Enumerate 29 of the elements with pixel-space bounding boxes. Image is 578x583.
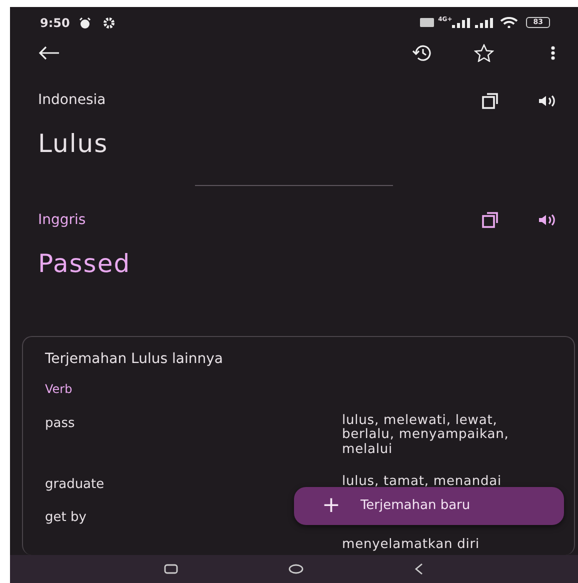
word-text: get by xyxy=(45,509,88,528)
word-text: pass xyxy=(45,415,76,433)
translated-text: Passed xyxy=(37,248,132,280)
more-options-icon[interactable] xyxy=(550,45,556,61)
source-text: Lulus xyxy=(37,128,110,160)
speaker-icon[interactable] xyxy=(538,213,556,227)
language-label: Inggris xyxy=(38,210,87,230)
wifi-icon xyxy=(500,17,518,28)
plus-icon: + xyxy=(322,495,340,517)
new-translation-button[interactable]: + Terjemahan baru xyxy=(294,487,564,525)
word-text: graduate xyxy=(45,476,106,494)
back-icon[interactable] xyxy=(414,563,424,575)
card-title: Terjemahan Lulus lainnya xyxy=(45,350,224,369)
translation-text: lulus, melewati, lewat, berlalu, menyampaikan, melalui xyxy=(342,414,510,457)
copy-icon[interactable] xyxy=(482,92,498,108)
clock-time: 9:50 xyxy=(40,14,70,32)
translation-text: menyelamatkan diri xyxy=(342,538,481,553)
alarm-clock-icon xyxy=(78,16,92,28)
home-icon[interactable] xyxy=(288,564,304,574)
history-icon[interactable] xyxy=(412,45,434,61)
back-arrow-icon[interactable] xyxy=(38,46,60,60)
copy-icon[interactable] xyxy=(482,212,498,228)
part-of-speech: Verb xyxy=(45,381,74,398)
signal-icon xyxy=(452,18,470,28)
language-label: Indonesia xyxy=(38,91,107,110)
recent-apps-icon[interactable] xyxy=(164,564,178,574)
signal-icon xyxy=(475,18,494,28)
speaker-icon[interactable] xyxy=(538,94,556,108)
star-icon[interactable] xyxy=(474,44,494,62)
